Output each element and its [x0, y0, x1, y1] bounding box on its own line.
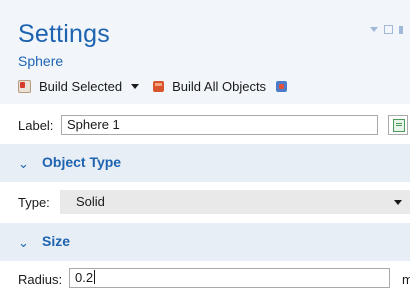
text-cursor	[94, 270, 96, 284]
section-object-type[interactable]: ⌄ Object Type	[0, 144, 410, 182]
label-field-label: Label:	[18, 118, 54, 133]
node-subtitle: Sphere	[18, 53, 64, 69]
geometry-icon[interactable]	[276, 81, 288, 92]
window-controls	[370, 25, 403, 34]
section-title-size: Size	[42, 233, 71, 249]
build-all-button[interactable]: Build All Objects	[153, 79, 266, 94]
note-icon	[393, 119, 405, 132]
type-select[interactable]: Solid	[60, 190, 410, 214]
section-title-object-type: Object Type	[42, 154, 122, 170]
dropdown-arrow-icon[interactable]	[370, 27, 378, 32]
type-label: Type:	[18, 195, 50, 210]
maximize-icon[interactable]	[384, 25, 393, 34]
type-select-value: Solid	[76, 194, 105, 209]
build-all-icon	[153, 81, 165, 92]
chevron-down-icon: ⌄	[18, 235, 29, 250]
build-selected-button[interactable]: Build Selected	[18, 79, 122, 94]
toolbar: Build Selected Build All Objects	[18, 79, 295, 94]
build-selected-label: Build Selected	[39, 79, 123, 94]
build-all-label: Build All Objects	[172, 79, 267, 94]
page-title: Settings	[18, 20, 110, 48]
radius-unit: m	[402, 272, 410, 287]
chevron-down-icon: ⌄	[18, 156, 29, 171]
label-note-button[interactable]	[388, 115, 408, 135]
pin-icon[interactable]	[399, 25, 403, 34]
settings-header: Settings Sphere Build Selected Build All…	[0, 0, 410, 104]
radius-label: Radius:	[18, 272, 63, 287]
build-selected-dropdown-icon[interactable]	[131, 84, 140, 89]
radius-value: 0.2	[75, 270, 94, 285]
radius-input[interactable]: 0.2	[69, 268, 390, 288]
label-input[interactable]: Sphere 1	[61, 115, 378, 135]
section-size[interactable]: ⌄ Size	[0, 223, 410, 261]
build-selected-icon	[18, 80, 31, 93]
chevron-down-icon	[394, 200, 402, 205]
